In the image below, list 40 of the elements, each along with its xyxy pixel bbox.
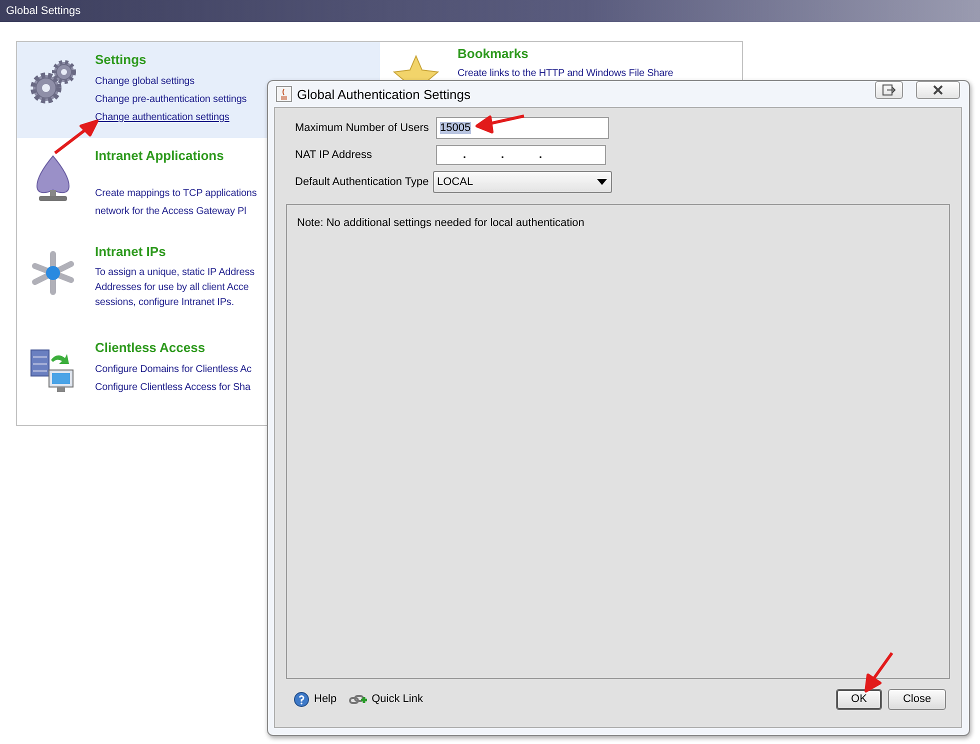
description-text: Create mappings to TCP applications (95, 187, 257, 201)
ip-address-field[interactable]: . . . (436, 145, 606, 165)
gears-icon (28, 58, 78, 106)
close-button[interactable] (916, 81, 960, 99)
settings-link[interactable]: Configure Clientless Access for Sha (95, 379, 252, 397)
dropdown[interactable]: LOCAL (433, 171, 612, 193)
section-title: Intranet IPs (95, 244, 167, 259)
annotation-arrow (862, 651, 894, 693)
help-icon (294, 692, 309, 706)
description-text: network for the Access Gateway Pl (95, 205, 248, 219)
settings-link[interactable]: Create links to the HTTP and Windows File Share (458, 65, 674, 83)
description-text: Addresses for use by all client Acce (95, 281, 250, 295)
section-title: Settings (95, 52, 148, 67)
annotation-arrow (474, 113, 526, 135)
settings-link[interactable]: Change authentication settings (95, 109, 247, 127)
close-button[interactable]: Close (888, 688, 946, 710)
field-label: Maximum Number of Users (294, 122, 430, 134)
settings-link[interactable]: Change pre-authentication settings (95, 91, 247, 109)
ok-button[interactable]: OK (836, 688, 882, 710)
window-title: Global Settings (6, 5, 81, 17)
field-label: Default Authentication Type (294, 176, 430, 188)
description-text: To assign a unique, static IP Address (95, 266, 255, 280)
caret-icon (597, 179, 607, 185)
quick-link[interactable]: Quick Link (348, 692, 423, 706)
section-title: Bookmarks (458, 46, 530, 61)
restore-icon (882, 84, 896, 96)
settings-link[interactable]: Configure Domains for Clientless Ac (95, 361, 252, 379)
section-title: Intranet Applications (95, 148, 225, 163)
help-link[interactable]: Help (294, 692, 337, 706)
settings-link[interactable]: Change global settings (95, 73, 247, 91)
close-icon (932, 84, 944, 96)
java-icon (276, 86, 292, 102)
section-title: Clientless Access (95, 340, 206, 355)
field-label: NAT IP Address (294, 149, 374, 161)
dialog-title: Global Authentication Settings (297, 86, 472, 102)
description-text: sessions, configure Intranet IPs. (95, 296, 235, 310)
input-field[interactable]: 15005 (436, 117, 609, 139)
hub-icon (30, 250, 76, 296)
note-text: Note: No additional settings needed for local authentication (297, 217, 586, 229)
restore-button[interactable] (875, 81, 903, 99)
